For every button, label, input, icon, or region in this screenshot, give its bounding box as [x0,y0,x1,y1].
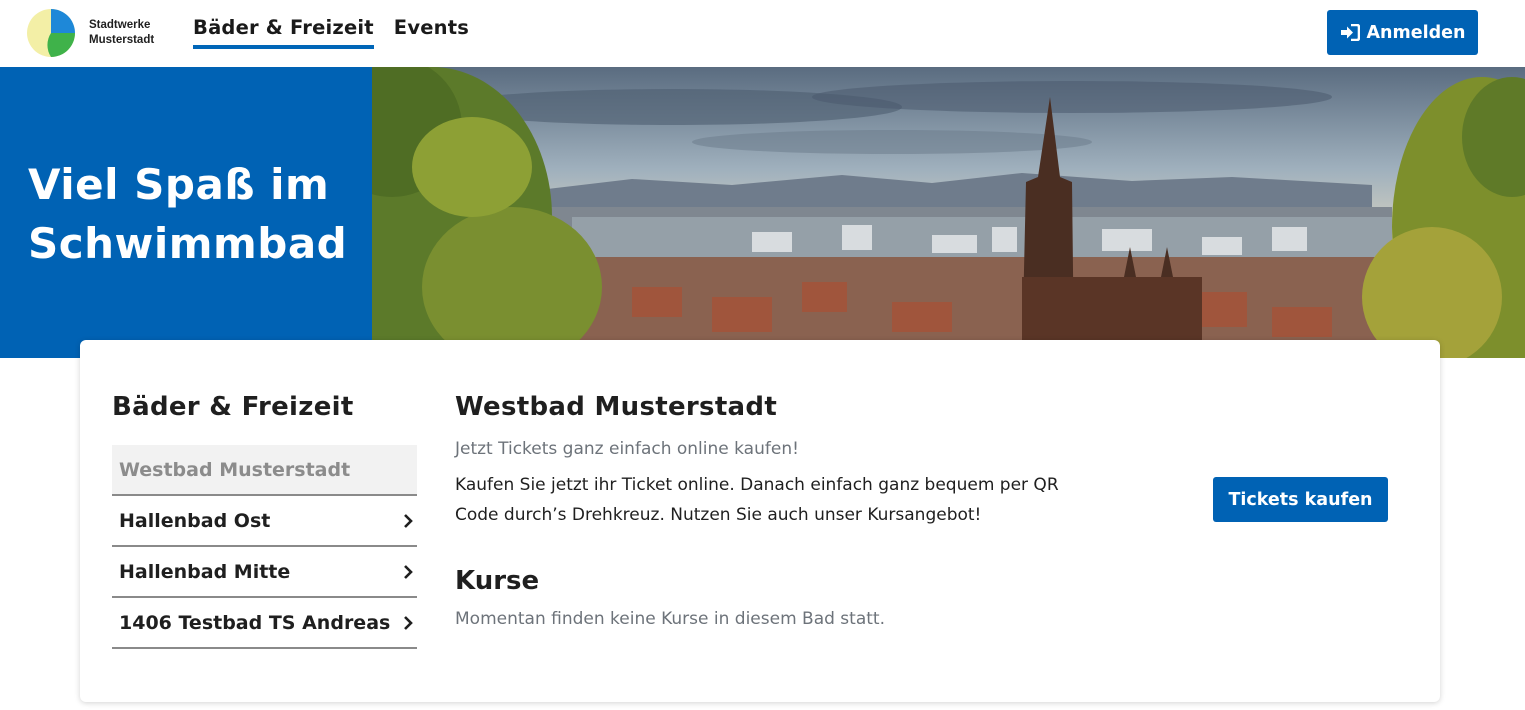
chevron-right-icon [404,564,413,579]
logo-line1: Stadtwerke [89,19,151,31]
sidebar-item-westbad[interactable]: Westbad Musterstadt [112,445,417,496]
sidebar-item-testbad[interactable]: 1406 Testbad TS Andreas [112,598,417,649]
chevron-right-icon [404,615,413,630]
hero-title-line1: Viel Spaß im [28,160,330,209]
sidebar-item-label: 1406 Testbad TS Andreas [119,611,391,634]
sidebar-title: Bäder & Freizeit [112,392,354,422]
logo[interactable]: Stadtwerke Musterstadt [26,8,154,58]
content-card: Bäder & Freizeit Westbad Musterstadt Hal… [80,340,1440,702]
site-header: Stadtwerke Musterstadt Bäder & Freizeit … [0,0,1525,67]
hero-title-line2: Schwimmbad [28,219,348,268]
sidebar-item-hallenbad-ost[interactable]: Hallenbad Ost [112,496,417,547]
hero-banner: Viel Spaß im Schwimmbad [0,67,1525,358]
buy-tickets-button[interactable]: Tickets kaufen [1213,477,1388,522]
courses-empty-text: Momentan finden keine Kurse in diesem Ba… [455,609,885,629]
bath-description: Kaufen Sie jetzt ihr Ticket online. Dana… [455,475,1059,525]
main-nav: Bäder & Freizeit Events [193,16,489,49]
sidebar-item-label: Westbad Musterstadt [119,458,351,481]
bath-sidebar: Bäder & Freizeit Westbad Musterstadt Hal… [112,392,417,649]
nav-baeder-freizeit[interactable]: Bäder & Freizeit [193,16,374,49]
hero-title-panel: Viel Spaß im Schwimmbad [0,67,372,358]
bath-subtitle: Jetzt Tickets ganz einfach online kaufen… [455,439,799,459]
sidebar-item-label: Hallenbad Ost [119,509,271,532]
courses-title: Kurse [455,566,540,596]
sidebar-item-hallenbad-mitte[interactable]: Hallenbad Mitte [112,547,417,598]
sign-in-icon [1340,24,1360,41]
chevron-right-icon [404,513,413,528]
logo-line2: Musterstadt [89,34,155,46]
login-label: Anmelden [1366,22,1466,43]
hero-city-image [372,67,1525,358]
logo-icon [27,9,75,57]
hero-title: Viel Spaß im Schwimmbad [28,155,368,273]
bath-title: Westbad Musterstadt [455,392,778,422]
login-button[interactable]: Anmelden [1327,10,1478,55]
city-panorama-image [372,67,1525,358]
nav-events[interactable]: Events [394,16,469,49]
sidebar-item-label: Hallenbad Mitte [119,560,291,583]
logo-text: Stadtwerke Musterstadt [89,18,154,48]
